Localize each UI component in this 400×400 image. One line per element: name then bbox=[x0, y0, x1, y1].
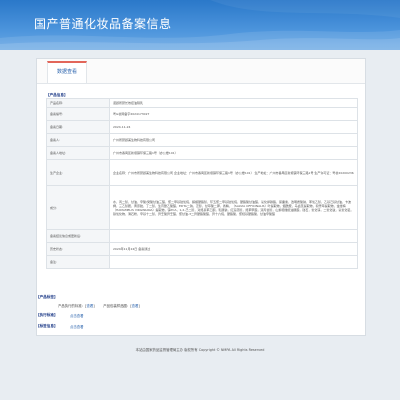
footer-copyright: 本站由国家药品监督管理局主办 版权所有 Copyright © NMPA All… bbox=[135, 348, 265, 352]
row-label: 历史状态: bbox=[46, 242, 110, 256]
row-value: 2024年11月24日 备案通过 bbox=[109, 242, 358, 256]
section-title-standard: 【执行标准】 bbox=[36, 313, 58, 317]
table-row: 备案编号: 粤G妆网备字2024173027 bbox=[46, 107, 358, 121]
page-title: 国产普通化妆品备案信息 bbox=[34, 17, 172, 31]
row-value: 广州所研颜美生物科技有限公司 bbox=[109, 133, 358, 147]
table-row: 历史状态: 2024年11月24日 备案通过 bbox=[46, 242, 358, 256]
label-row: 产品执行的标准：[查看] 产品包装样品图：[查看] bbox=[58, 304, 140, 308]
table-row: 备案人地址: 广州市番禺区新塘镇环保三路1号（办公楼101） bbox=[46, 146, 358, 160]
row-label: 成分: bbox=[46, 185, 110, 230]
row-label: 备案人: bbox=[46, 133, 110, 147]
row-value bbox=[109, 255, 358, 269]
tab-bar: 数据查看 bbox=[37, 59, 365, 84]
table-row: 成分: 水，丙二醇，甘油，辛酸/癸酸甘油三酯，聚二甲基硅氧烷，鲸蜡硬脂醇，环五聚… bbox=[46, 185, 358, 230]
package-label-text: 产品包装样品图： bbox=[103, 304, 131, 308]
row-value bbox=[109, 229, 358, 243]
standard-label-text: 产品执行的标准： bbox=[58, 304, 86, 308]
standard-view-link[interactable]: 查看 bbox=[86, 304, 93, 308]
row-label: 备案日期: bbox=[46, 120, 110, 134]
table-row: 备案结论信息或更新后: bbox=[46, 229, 358, 243]
package-view-link[interactable]: 查看 bbox=[132, 304, 139, 308]
row-label: 备案结论信息或更新后: bbox=[46, 229, 110, 243]
row-value: 水，丙二醇，甘油，辛酸/癸酸甘油三酯，聚二甲基硅氧烷，鲸蜡硬脂醇，环五聚二甲基硅… bbox=[109, 185, 358, 230]
standard-row: 点击查看 bbox=[70, 313, 84, 318]
table-row: 生产企业: 企业名称：广州市所研颜美生物科技有限公司 企业地址：广州市番禺区新塘… bbox=[46, 159, 358, 186]
tab-data-view[interactable]: 数据查看 bbox=[47, 61, 87, 83]
label-info-row: 点击查看 bbox=[70, 324, 84, 329]
row-label: 备注: bbox=[46, 255, 110, 269]
section-title-label: 【产品标签】 bbox=[36, 295, 58, 299]
table-row: 产品名称: 诺颜所研长效控油隔乳 bbox=[46, 98, 358, 108]
section-title-label-info: 【标签信息】 bbox=[36, 324, 58, 328]
table-row: 备注: bbox=[46, 255, 358, 269]
row-value: 2024-11-24 bbox=[109, 120, 358, 134]
product-info-table: 产品名称: 诺颜所研长效控油隔乳 备案编号: 粤G妆网备字2024173027 … bbox=[46, 98, 358, 269]
row-value: 诺颜所研长效控油隔乳 bbox=[109, 98, 358, 108]
row-label: 生产企业: bbox=[46, 159, 110, 186]
row-label: 备案编号: bbox=[46, 107, 110, 121]
row-label: 产品名称: bbox=[46, 98, 110, 108]
row-value: 企业名称：广州市所研颜美生物科技有限公司 企业地址：广州市番禺区新塘镇环保三路1… bbox=[109, 159, 358, 186]
table-row: 备案日期: 2024-11-24 bbox=[46, 120, 358, 134]
table-row: 备案人: 广州所研颜美生物科技有限公司 bbox=[46, 133, 358, 147]
row-value: 广州市番禺区新塘镇环保三路1号（办公楼101） bbox=[109, 146, 358, 160]
row-value: 粤G妆网备字2024173027 bbox=[109, 107, 358, 121]
standard-click-link[interactable]: 点击查看 bbox=[70, 314, 84, 318]
header-banner: 国产普通化妆品备案信息 bbox=[0, 0, 400, 50]
label-info-click-link[interactable]: 点击查看 bbox=[70, 325, 84, 329]
row-label: 备案人地址: bbox=[46, 146, 110, 160]
